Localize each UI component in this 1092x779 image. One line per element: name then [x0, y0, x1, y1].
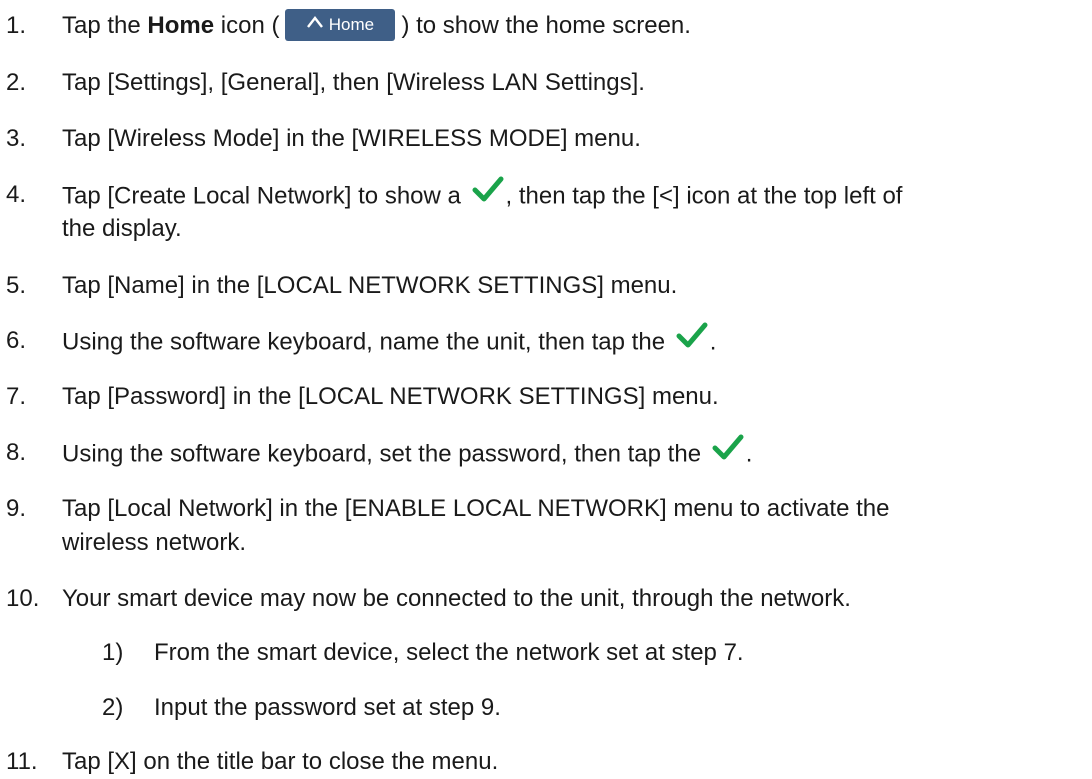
step-text-post: ) to show the home screen. [401, 12, 691, 39]
step-text: Using the software keyboard, set the pas… [62, 433, 753, 474]
step-text: Tap [Password] in the [LOCAL NETWORK SET… [62, 383, 719, 410]
home-icon [306, 7, 323, 39]
step-number: 2. [6, 69, 27, 96]
step-number: 9. [6, 495, 27, 522]
checkmark-icon [676, 321, 708, 359]
step-text: Your smart device may now be connected t… [62, 585, 851, 612]
step-text: Tap [Name] in the [LOCAL NETWORK SETTING… [62, 272, 678, 299]
substep-number: 1) [102, 639, 124, 666]
step-text-post: , then tap the [<] icon at the top left … [505, 182, 903, 210]
step-text: Tap the Home icon (Home) to show the hom… [62, 7, 691, 43]
substep-text: From the smart device, select the networ… [154, 639, 744, 666]
step-text-post: . [745, 440, 753, 468]
checkmark-icon [472, 175, 504, 213]
step-text-pre: Tap the [62, 12, 148, 39]
home-button-illustration: Home [285, 7, 396, 41]
substep-number: 2) [102, 694, 124, 721]
step-number: 11. [6, 748, 38, 775]
step-number: 10. [6, 585, 40, 612]
home-button-label: Home [328, 14, 375, 34]
step-text-pre: Using the software keyboard, name the un… [62, 328, 672, 356]
step-number: 7. [6, 383, 27, 410]
step-number: 1. [6, 12, 27, 39]
step-text-pre: Using the software keyboard, set the pas… [62, 440, 708, 468]
checkmark-icon [712, 433, 744, 471]
step-text-mid: icon ( [214, 12, 280, 39]
step-number: 6. [6, 327, 27, 354]
step-text: Tap [X] on the title bar to close the me… [62, 748, 499, 775]
step-text: Using the software keyboard, name the un… [62, 321, 717, 362]
step-text: Tap [Create Local Network] to show a , t… [62, 175, 903, 216]
step-text-line2: the display. [62, 215, 182, 242]
step-bold-home: Home [147, 12, 215, 39]
step-text-post: . [709, 328, 717, 356]
substep-text: Input the password set at step 9. [154, 694, 501, 721]
step-text-pre: Tap [Create Local Network] to show a [62, 182, 468, 210]
step-number: 5. [6, 272, 27, 299]
step-text: Tap [Wireless Mode] in the [WIRELESS MOD… [62, 125, 641, 152]
step-text-line2: wireless network. [62, 529, 247, 556]
step-text: Tap [Local Network] in the [ENABLE LOCAL… [62, 495, 890, 522]
step-number: 8. [6, 439, 27, 466]
step-number: 3. [6, 125, 27, 152]
step-number: 4. [6, 181, 27, 208]
step-text: Tap [Settings], [General], then [Wireles… [62, 69, 645, 96]
